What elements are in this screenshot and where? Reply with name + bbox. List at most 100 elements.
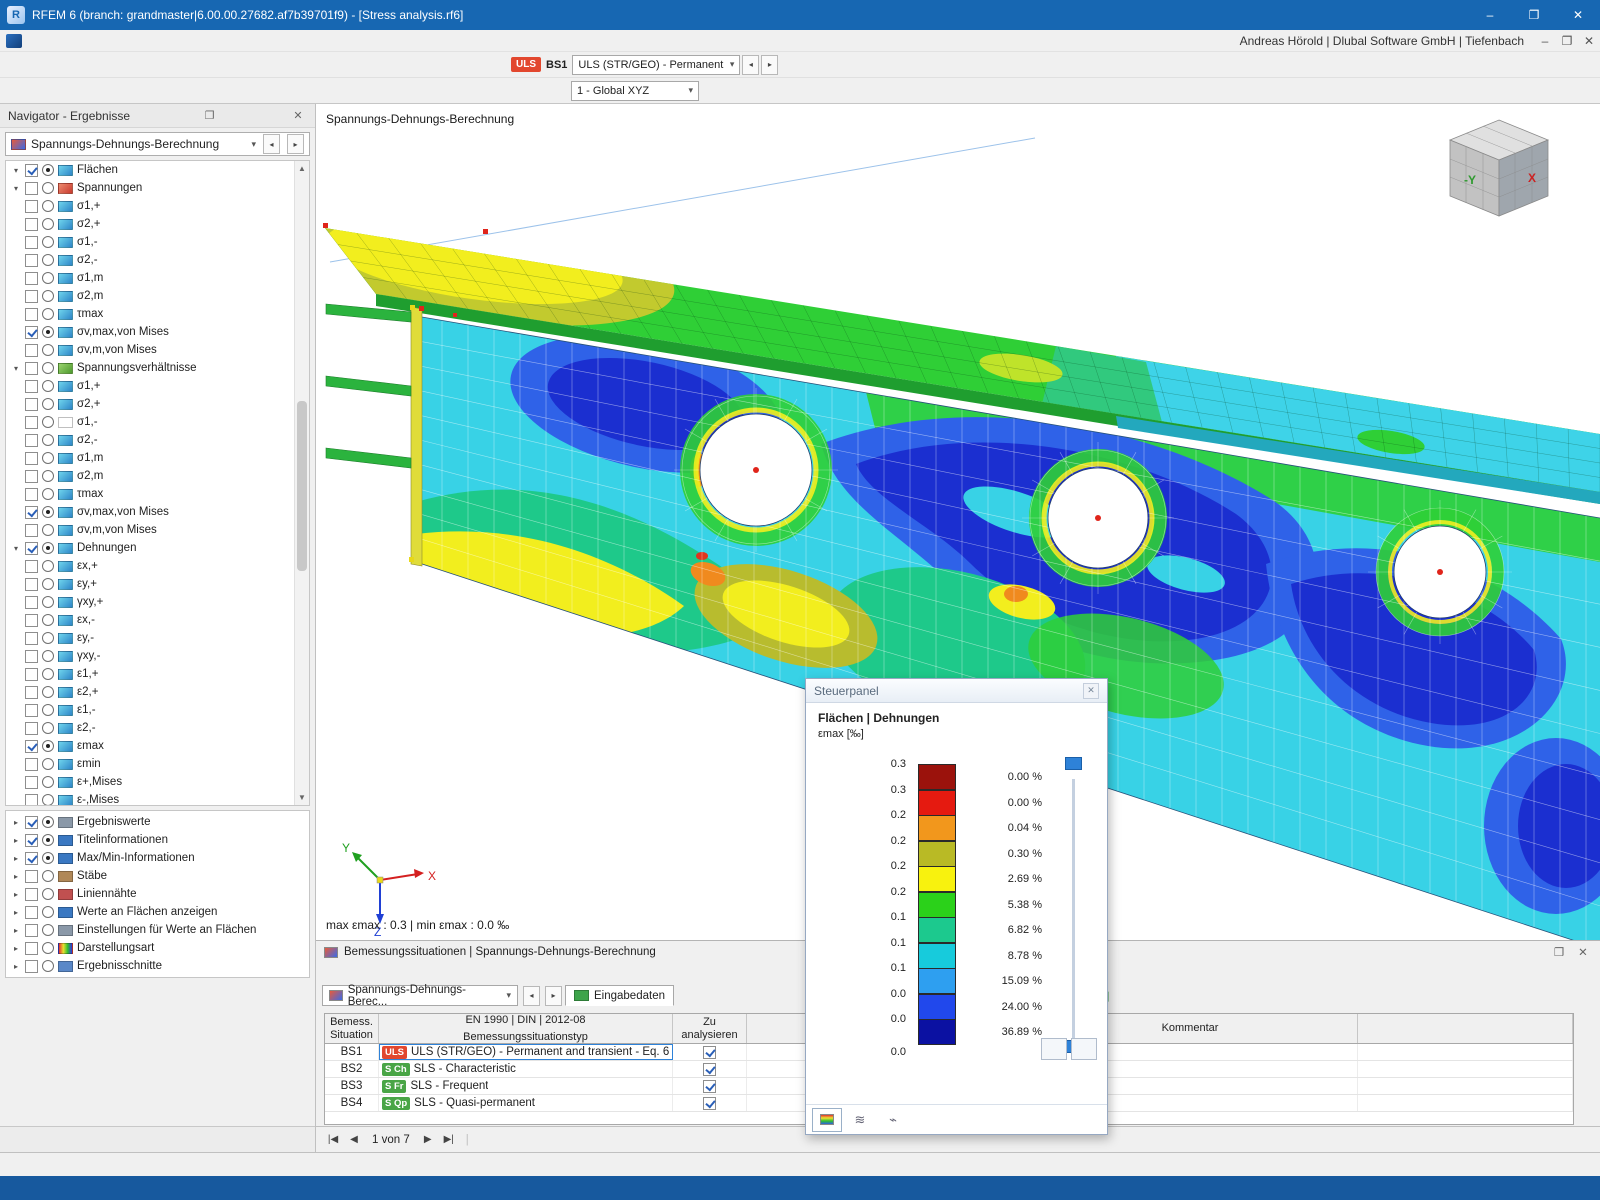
tree-checkbox[interactable] bbox=[25, 218, 38, 231]
tree-checkbox[interactable] bbox=[25, 614, 38, 627]
tree-item[interactable]: σ1,- bbox=[6, 233, 294, 251]
tree-item[interactable]: σ1,+ bbox=[6, 377, 294, 395]
expand-chevron-icon[interactable]: ▸ bbox=[11, 818, 21, 827]
tree-checkbox[interactable] bbox=[25, 686, 38, 699]
tree-radio[interactable] bbox=[42, 704, 54, 716]
tree-checkbox[interactable] bbox=[25, 416, 38, 429]
tree-item[interactable]: εmax bbox=[6, 737, 294, 755]
option-checkbox[interactable] bbox=[25, 888, 38, 901]
maximize-button[interactable]: ❐ bbox=[1512, 0, 1556, 30]
tree-checkbox[interactable] bbox=[25, 344, 38, 357]
coordinate-system-select[interactable]: 1 - Global XYZ ▾ bbox=[571, 81, 699, 101]
tree-radio[interactable] bbox=[42, 596, 54, 608]
situation-type-cell[interactable]: S Ch SLS - Characteristic bbox=[379, 1061, 673, 1077]
next-combination-button[interactable]: ▸ bbox=[761, 55, 778, 75]
tree-checkbox[interactable] bbox=[25, 164, 38, 177]
tree-item[interactable]: ▾ Spannungsverhältnisse bbox=[6, 359, 294, 377]
expand-chevron-icon[interactable]: ▾ bbox=[11, 544, 21, 553]
tree-item[interactable]: σ1,- bbox=[6, 413, 294, 431]
tree-item[interactable]: σv,max,von Mises bbox=[6, 503, 294, 521]
tree-checkbox[interactable] bbox=[25, 380, 38, 393]
legend-max-handle[interactable] bbox=[1065, 757, 1082, 770]
display-option-item[interactable]: ▸ Liniennähte bbox=[6, 885, 309, 903]
expand-chevron-icon[interactable]: ▸ bbox=[11, 890, 21, 899]
tree-item[interactable]: σ2,- bbox=[6, 251, 294, 269]
previous-page-button[interactable]: ◀ bbox=[345, 1134, 363, 1145]
tree-item[interactable]: εy,- bbox=[6, 629, 294, 647]
situation-type-cell[interactable]: ULS ULS (STR/GEO) - Permanent and transi… bbox=[379, 1044, 673, 1060]
tree-checkbox[interactable] bbox=[25, 668, 38, 681]
scroll-down-icon[interactable]: ▼ bbox=[295, 790, 309, 805]
tree-checkbox[interactable] bbox=[25, 326, 38, 339]
tree-checkbox[interactable] bbox=[25, 506, 38, 519]
expand-chevron-icon[interactable]: ▾ bbox=[11, 184, 21, 193]
tree-radio[interactable] bbox=[42, 416, 54, 428]
tree-item[interactable]: εx,+ bbox=[6, 557, 294, 575]
tree-checkbox[interactable] bbox=[25, 722, 38, 735]
table-menu-item[interactable] bbox=[320, 971, 338, 975]
tree-item[interactable]: ε+,Mises bbox=[6, 773, 294, 791]
tree-checkbox[interactable] bbox=[25, 308, 38, 321]
tree-checkbox[interactable] bbox=[25, 236, 38, 249]
tree-scrollbar[interactable]: ▲ ▼ bbox=[294, 161, 309, 805]
option-radio[interactable] bbox=[42, 870, 54, 882]
result-legend-tab[interactable] bbox=[812, 1108, 842, 1132]
tree-item[interactable]: τmax bbox=[6, 305, 294, 323]
tree-radio[interactable] bbox=[42, 200, 54, 212]
tree-item[interactable]: σ1,+ bbox=[6, 197, 294, 215]
tree-item[interactable]: σ2,- bbox=[6, 431, 294, 449]
tree-radio[interactable] bbox=[42, 686, 54, 698]
tree-radio[interactable] bbox=[42, 560, 54, 572]
load-combination-select[interactable]: ULS (STR/GEO) - Permanent ... ▾ bbox=[572, 55, 740, 75]
previous-table-button[interactable]: ◂ bbox=[523, 986, 540, 1006]
tree-checkbox[interactable] bbox=[25, 740, 38, 753]
tree-radio[interactable] bbox=[42, 488, 54, 500]
menu-item[interactable] bbox=[58, 39, 74, 43]
option-checkbox[interactable] bbox=[25, 834, 38, 847]
option-checkbox[interactable] bbox=[25, 816, 38, 829]
tree-checkbox[interactable] bbox=[25, 200, 38, 213]
table-menu-item[interactable] bbox=[338, 971, 356, 975]
option-radio[interactable] bbox=[42, 852, 54, 864]
tree-item[interactable]: ε2,- bbox=[6, 719, 294, 737]
tree-radio[interactable] bbox=[42, 452, 54, 464]
tree-checkbox[interactable] bbox=[25, 758, 38, 771]
close-button[interactable]: ✕ bbox=[1556, 0, 1600, 30]
analyze-checkbox[interactable] bbox=[703, 1097, 716, 1110]
control-panel-close-button[interactable]: ✕ bbox=[1083, 683, 1099, 699]
tree-item[interactable]: σ1,m bbox=[6, 269, 294, 287]
previous-combination-button[interactable]: ◂ bbox=[742, 55, 759, 75]
tree-checkbox[interactable] bbox=[25, 704, 38, 717]
tree-radio[interactable] bbox=[42, 182, 54, 194]
tree-checkbox[interactable] bbox=[25, 272, 38, 285]
table-menu-item[interactable] bbox=[356, 971, 374, 975]
mdi-close-button[interactable]: ✕ bbox=[1578, 34, 1600, 48]
tree-checkbox[interactable] bbox=[25, 470, 38, 483]
tree-radio[interactable] bbox=[42, 470, 54, 482]
menu-item[interactable] bbox=[186, 39, 202, 43]
option-checkbox[interactable] bbox=[25, 852, 38, 865]
scale-tab[interactable]: ≋ bbox=[845, 1108, 875, 1132]
tree-item[interactable]: σ2,m bbox=[6, 467, 294, 485]
tree-radio[interactable] bbox=[42, 524, 54, 536]
tree-radio[interactable] bbox=[42, 614, 54, 626]
tree-checkbox[interactable] bbox=[25, 488, 38, 501]
tree-radio[interactable] bbox=[42, 668, 54, 680]
option-radio[interactable] bbox=[42, 960, 54, 972]
next-table-button[interactable]: ▸ bbox=[545, 986, 562, 1006]
first-page-button[interactable]: |◀ bbox=[324, 1134, 342, 1145]
snap-toggle[interactable] bbox=[733, 1162, 753, 1168]
option-checkbox[interactable] bbox=[25, 924, 38, 937]
tree-radio[interactable] bbox=[42, 308, 54, 320]
input-data-tab[interactable]: Eingabedaten bbox=[565, 985, 674, 1006]
result-category-select[interactable]: Spannungs-Dehnungs-Berechnung ▾ ◂ ▸ bbox=[5, 132, 310, 156]
tree-checkbox[interactable] bbox=[25, 560, 38, 573]
display-option-item[interactable]: ▸ Ergebnisschnitte bbox=[6, 957, 309, 975]
menu-item[interactable] bbox=[106, 39, 122, 43]
next-category-button[interactable]: ▸ bbox=[287, 134, 304, 154]
tree-radio[interactable] bbox=[42, 344, 54, 356]
scrollbar-thumb[interactable] bbox=[297, 401, 307, 571]
tree-item[interactable]: ε1,- bbox=[6, 701, 294, 719]
tree-checkbox[interactable] bbox=[25, 542, 38, 555]
tree-item[interactable]: ▾ Spannungen bbox=[6, 179, 294, 197]
